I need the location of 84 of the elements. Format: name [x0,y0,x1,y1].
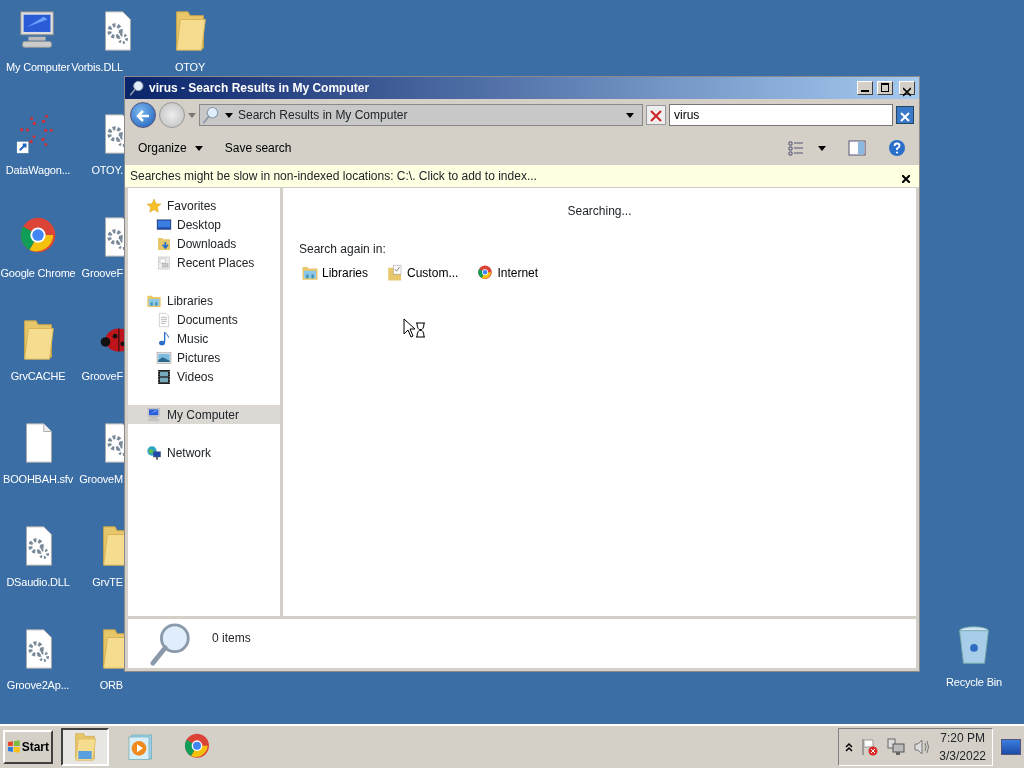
magnifier-icon [202,106,220,124]
icon-label[interactable]: Vorbis.DLL [71,59,123,76]
icon-label[interactable]: GrooveF [81,368,123,385]
search-location-link[interactable]: Custom... [384,264,461,282]
caret-icon[interactable] [626,112,634,118]
speaker-icon[interactable] [913,738,932,756]
nav-item[interactable]: Favorites [128,196,280,215]
magnifier-icon [129,80,145,96]
icon-label[interactable]: GrvTE [92,574,123,591]
expand-tray-icon[interactable] [845,742,854,752]
computer-icon [146,406,162,423]
close-search-button[interactable] [896,106,914,124]
close-button[interactable] [899,81,915,95]
film-icon [156,368,172,385]
monitor-icon [156,216,172,233]
nav-item[interactable]: Videos [128,367,280,386]
toolbar-button[interactable]: Organize [138,139,203,157]
back-arrow-icon [135,108,151,123]
network-icon[interactable] [887,738,906,756]
taskbar-app-button[interactable] [61,728,109,766]
window-title: virus - Search Results in My Computer [149,80,371,97]
toolbar-button[interactable]: Save search [224,139,292,157]
nav-item[interactable]: Downloads [128,234,280,253]
pane-icon [848,140,866,156]
search-field[interactable]: virus [669,104,893,126]
view-button[interactable] [788,140,826,156]
checklist-folder-icon [386,264,405,282]
flag-icon[interactable] [861,738,880,756]
caret-icon [225,112,233,118]
chevron-icon [845,742,854,752]
icon-label[interactable]: Google Chrome [0,265,76,282]
help-icon [888,139,906,157]
help-button[interactable] [888,139,906,157]
nav-item[interactable]: My Computer [128,405,280,424]
library-folder-icon [301,264,319,282]
icon-label[interactable]: ORB [99,677,123,694]
search-location-link[interactable]: Libraries [299,264,371,282]
search-location-link[interactable]: Internet [474,264,541,282]
recent-icon [156,254,172,271]
icon-label[interactable]: OTOY. [91,162,123,179]
icon-label[interactable]: OTOY [174,59,206,76]
address-bar[interactable]: Search Results in My Computer [199,104,643,126]
clear-button[interactable] [646,105,666,125]
address-text: Search Results in My Computer [238,107,409,124]
icon-label[interactable]: Recycle Bin [946,674,1002,691]
back-button[interactable] [130,102,156,128]
clock-time[interactable]: 7:20 PM [939,729,986,747]
clock-date[interactable]: 3/3/2022 [939,747,986,765]
icon-label[interactable]: My Computer [6,59,70,76]
nav-item[interactable]: Recent Places [128,253,280,272]
icon-label[interactable]: BOOHBAH.sfv [3,471,73,488]
nav-item[interactable]: Libraries [128,291,280,310]
icon-label[interactable]: GrvCACHE [10,368,66,385]
status-text: Searching... [566,203,633,220]
icon-label[interactable]: Groove2Ap... [6,677,70,694]
star-icon [146,197,162,214]
picture-icon [156,349,172,366]
item-count: 0 items [212,630,251,647]
section-label: Search again in: [299,241,387,258]
busy-cursor-icon [403,318,427,340]
list-view-icon [788,140,804,156]
icon-label[interactable]: GrooveM [79,471,123,488]
nav-item[interactable]: Music [128,329,280,348]
download-folder-icon [156,235,172,252]
network-icon [146,444,162,461]
windows-logo-icon [7,740,21,754]
nav-item[interactable]: Documents [128,310,280,329]
nav-item[interactable]: Pictures [128,348,280,367]
close-icon [900,111,910,122]
close-icon [902,174,910,183]
document-icon [156,311,172,328]
minimize-button[interactable] [857,81,873,95]
close-icon [650,109,662,122]
icon-label[interactable]: DataWagon... [5,162,71,179]
start-button[interactable]: Start [3,730,53,764]
icon-label[interactable]: DSaudio.DLL [6,574,70,591]
nav-item[interactable]: Desktop [128,215,280,234]
nav-item[interactable]: Network [128,443,280,462]
browser-icon [476,264,495,282]
icon-label[interactable]: GrooveF [81,265,123,282]
preview-pane-button[interactable] [848,140,866,156]
maximize-button[interactable] [877,81,893,95]
music-note-icon [156,330,172,347]
close-icon [903,86,911,97]
